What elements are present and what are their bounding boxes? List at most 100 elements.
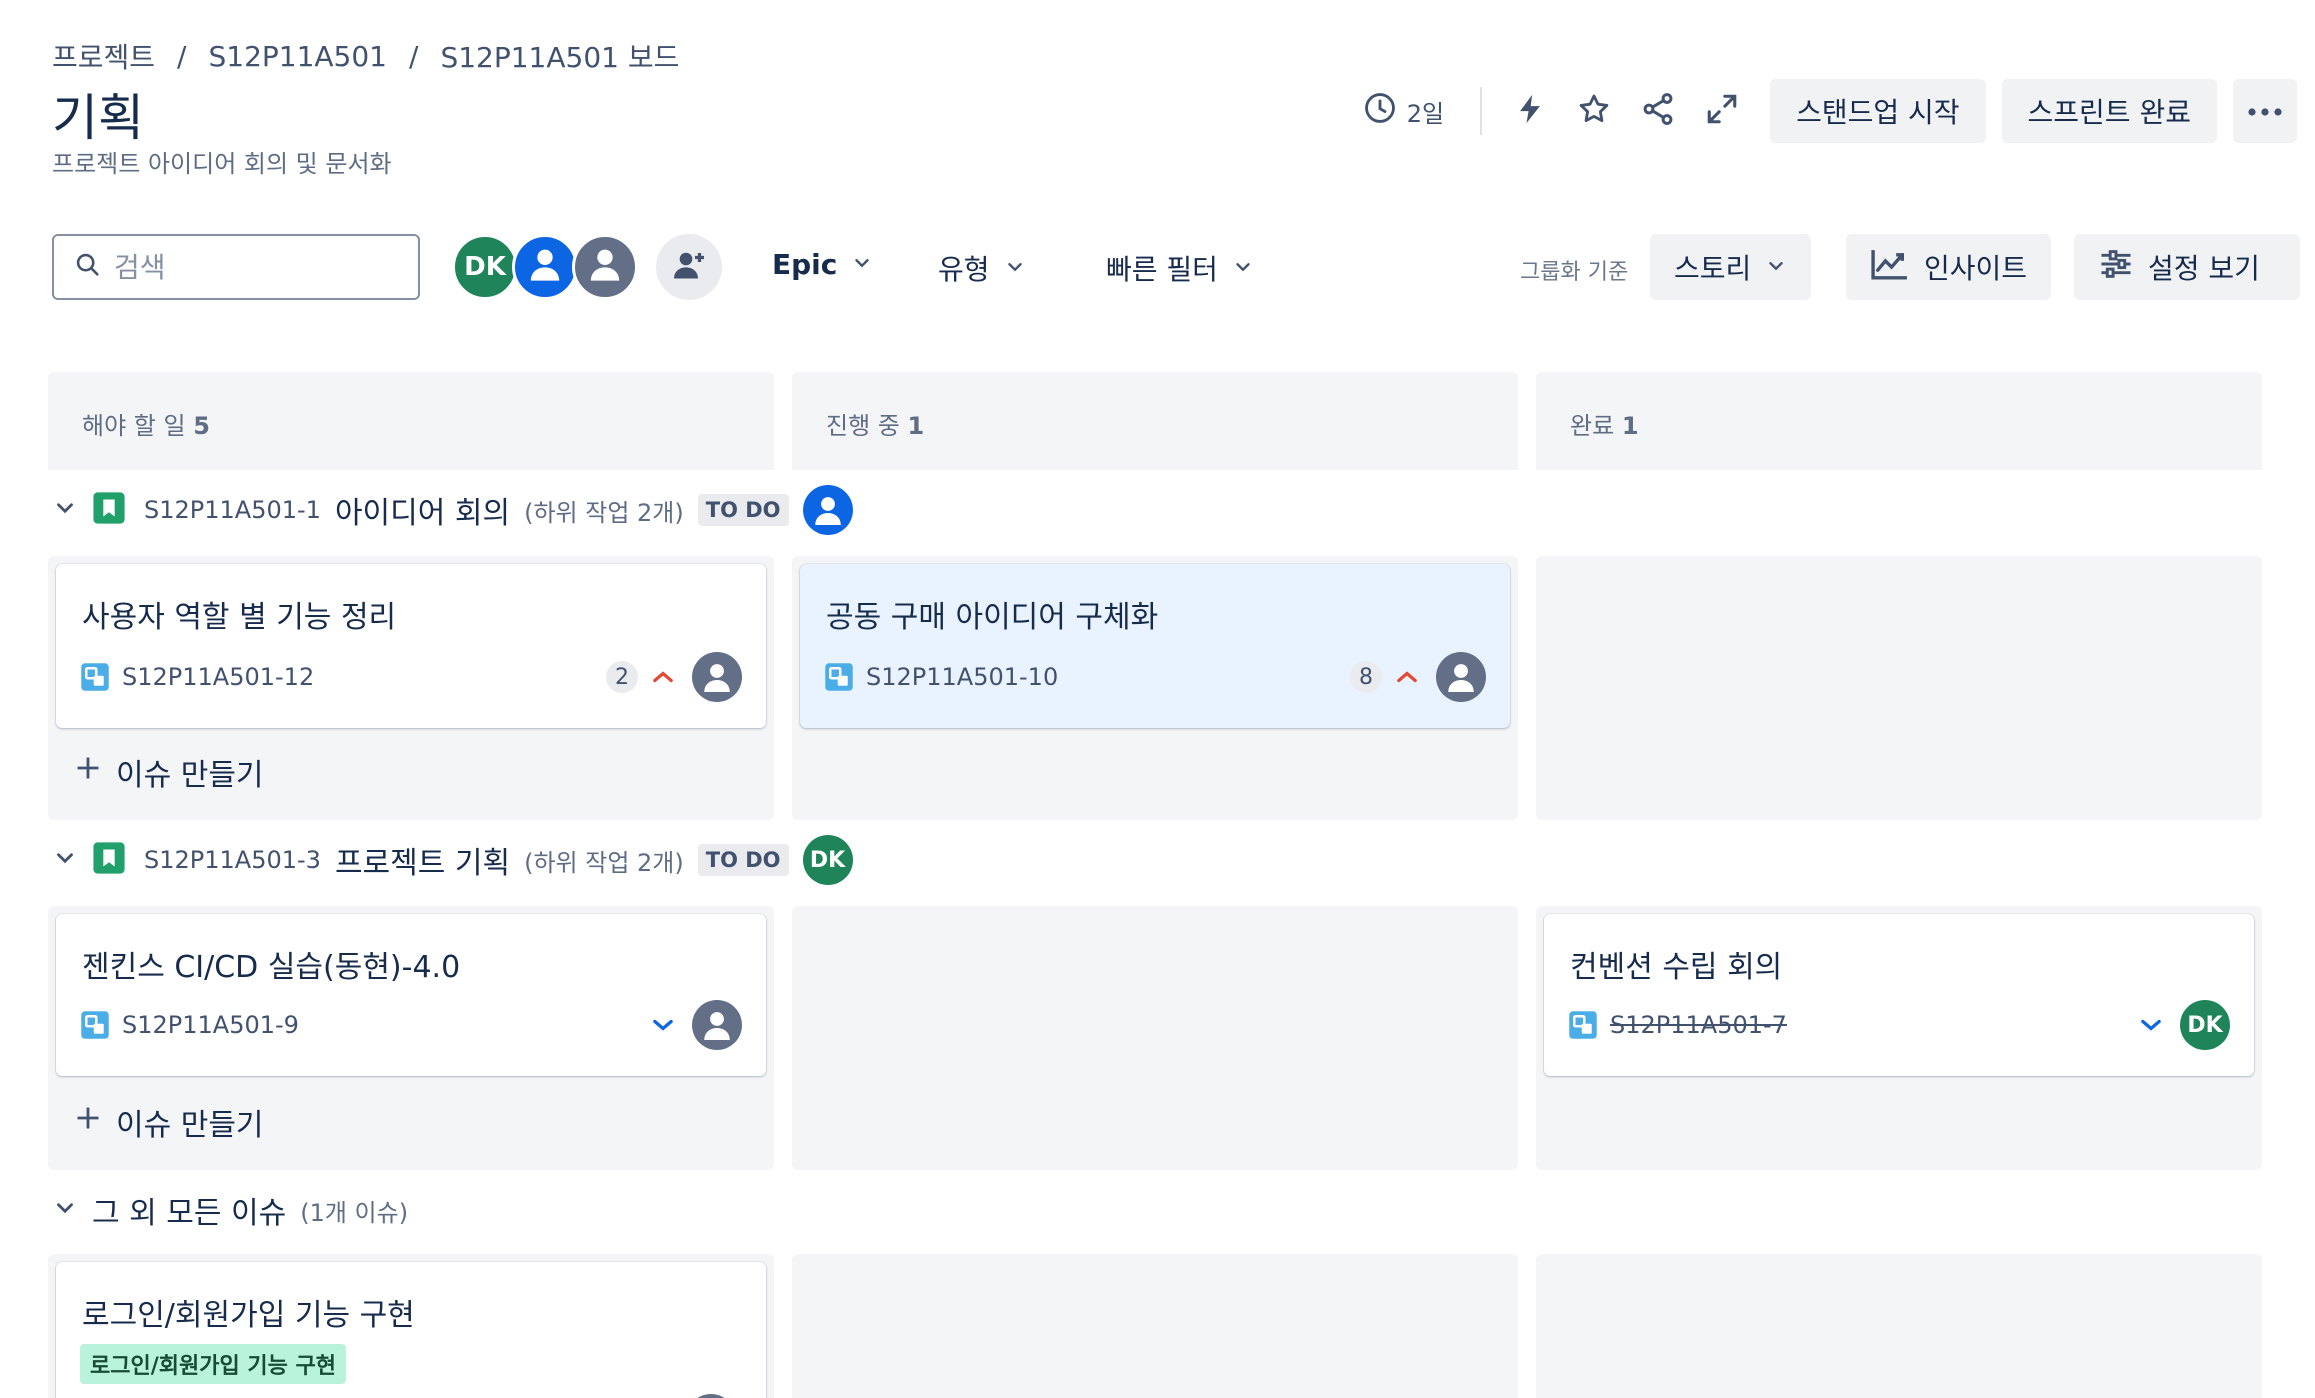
epic-label-tag: 로그인/회원가입 기능 구현 — [80, 1344, 346, 1384]
avatar[interactable] — [802, 485, 853, 535]
quick-filter-label: 빠른 필터 — [1106, 253, 1218, 286]
view-settings-button[interactable]: 설정 보기 — [2074, 234, 2300, 300]
story-key[interactable]: S12P11A501-3 — [144, 846, 321, 874]
avatar[interactable] — [686, 1394, 736, 1398]
card-title: 로그인/회원가입 기능 구현 — [82, 1298, 415, 1333]
column-count: 1 — [1621, 412, 1639, 440]
status-badge: TO DO — [697, 844, 789, 876]
avatar-dk[interactable]: DK — [2180, 1000, 2230, 1050]
search-icon — [74, 251, 102, 283]
story-key[interactable]: S12P11A501-1 — [144, 496, 321, 524]
issue-card[interactable]: 컨벤션 수립 회의 S12P11A501-7 DK — [1544, 914, 2254, 1076]
issue-card[interactable]: 공동 구매 아이디어 구체화 S12P11A501-10 8 — [800, 564, 1510, 728]
card-key[interactable]: S12P11A501-9 — [122, 1011, 648, 1039]
assignee-filter-avatars: DK — [452, 234, 638, 300]
search-input[interactable] — [114, 250, 394, 284]
card-key[interactable]: S12P11A501-10 — [866, 663, 1350, 691]
other-issues-title: 그 외 모든 이슈 — [92, 1196, 287, 1231]
swimlane-header-story-1[interactable]: S12P11A501-1 아이디어 회의 (하위 작업 2개) TO DO — [52, 482, 853, 538]
breadcrumb-separator: / — [177, 39, 187, 73]
subtask-icon — [80, 1010, 110, 1040]
type-filter-label: 유형 — [938, 253, 990, 286]
chevron-down-icon[interactable] — [52, 1195, 78, 1225]
priority-high-icon — [648, 662, 678, 692]
page-subtitle: 프로젝트 아이디어 회의 및 문서화 — [52, 150, 392, 178]
column-name: 진행 중 — [826, 412, 900, 440]
header-actions: 2일 스탠드업 시작 스프린트 완료 — [1343, 78, 2297, 144]
card-key[interactable]: S12P11A501-7 — [1610, 1011, 2136, 1039]
avatar[interactable] — [1436, 652, 1486, 702]
create-issue-button[interactable]: 이슈 만들기 — [74, 1100, 264, 1144]
issue-card[interactable]: 젠킨스 CI/CD 실습(동현)-4.0 S12P11A501-9 — [56, 914, 766, 1076]
type-filter[interactable]: 유형 — [938, 248, 1026, 288]
avatar[interactable] — [692, 1000, 742, 1050]
column-name: 해야 할 일 — [82, 412, 186, 440]
chevron-down-icon[interactable] — [52, 495, 78, 525]
priority-low-icon — [2136, 1010, 2166, 1040]
breadcrumb-project[interactable]: S12P11A501 — [208, 40, 387, 73]
start-standup-button[interactable]: 스탠드업 시작 — [1770, 79, 1986, 143]
story-subtask-count: (하위 작업 2개) — [524, 848, 684, 877]
swimlane-cell — [1536, 556, 2262, 820]
more-icon — [2247, 102, 2283, 121]
chart-line-icon — [1870, 247, 1910, 288]
chevron-down-icon — [1765, 251, 1787, 284]
story-subtask-count: (하위 작업 2개) — [524, 498, 684, 527]
add-people-button[interactable] — [656, 234, 722, 300]
other-issues-count: (1개 이슈) — [300, 1198, 409, 1227]
page-title: 기획 — [52, 89, 144, 147]
issue-card[interactable]: 사용자 역할 별 기능 정리 S12P11A501-12 2 — [56, 564, 766, 728]
group-by-value: 스토리 — [1674, 252, 1752, 285]
swimlane-cell — [792, 906, 1518, 1170]
star-button[interactable] — [1564, 81, 1624, 141]
avatar-user-grey[interactable] — [572, 234, 638, 300]
complete-sprint-button[interactable]: 스프린트 완료 — [2001, 79, 2217, 143]
epic-filter[interactable]: Epic — [772, 248, 873, 281]
breadcrumb-board[interactable]: S12P11A501 보드 — [440, 36, 679, 76]
chevron-down-icon — [1232, 252, 1254, 285]
star-icon — [1577, 92, 1611, 130]
card-title: 공동 구매 아이디어 구체화 — [826, 600, 1159, 635]
share-icon — [1640, 91, 1676, 131]
avatar-user-blue[interactable] — [512, 234, 578, 300]
avatar-dk[interactable]: DK — [452, 234, 518, 300]
column-header-in-progress: 진행 중 1 — [792, 372, 1518, 470]
column-count: 5 — [193, 412, 210, 440]
person-icon — [704, 1012, 730, 1040]
time-remaining-text: 2일 — [1406, 99, 1445, 128]
insights-label: 인사이트 — [1924, 252, 2028, 285]
avatar-dk[interactable]: DK — [802, 835, 853, 885]
insights-button[interactable]: 인사이트 — [1846, 234, 2052, 300]
column-count: 1 — [907, 412, 925, 440]
lightning-icon — [1513, 92, 1547, 130]
sprint-time-remaining[interactable]: 2일 — [1343, 91, 1464, 131]
breadcrumb-projects[interactable]: 프로젝트 — [52, 36, 155, 76]
group-by-select[interactable]: 스토리 — [1650, 234, 1812, 300]
fullscreen-button[interactable] — [1692, 81, 1752, 141]
breadcrumb: 프로젝트 / S12P11A501 / S12P11A501 보드 — [52, 36, 679, 76]
share-button[interactable] — [1628, 81, 1688, 141]
story-title: 프로젝트 기획 — [334, 846, 511, 881]
swimlane-header-story-3[interactable]: S12P11A501-3 프로젝트 기획 (하위 작업 2개) TO DO DK — [52, 832, 853, 888]
plus-icon — [74, 1104, 102, 1140]
chevron-down-icon — [1004, 252, 1026, 285]
create-issue-label: 이슈 만들기 — [116, 758, 264, 793]
column-name: 완료 — [1570, 412, 1615, 440]
create-issue-button[interactable]: 이슈 만들기 — [74, 750, 264, 794]
chevron-down-icon[interactable] — [52, 845, 78, 875]
status-badge: TO DO — [697, 494, 789, 526]
sliders-icon — [2098, 248, 2134, 287]
search-field[interactable] — [52, 234, 420, 300]
avatar[interactable] — [692, 652, 742, 702]
quick-filter[interactable]: 빠른 필터 — [1106, 248, 1254, 288]
epic-filter-label: Epic — [772, 248, 838, 281]
swimlane-header-other-issues[interactable]: 그 외 모든 이슈 (1개 이슈) — [52, 1182, 408, 1238]
subtask-icon — [824, 662, 854, 692]
swimlane-cell — [792, 1254, 1518, 1398]
issue-card[interactable]: 로그인/회원가입 기능 구현 로그인/회원가입 기능 구현 — [56, 1262, 766, 1398]
person-icon — [1448, 664, 1474, 692]
more-actions-button[interactable] — [2233, 79, 2297, 143]
automation-button[interactable] — [1500, 81, 1560, 141]
add-person-icon — [671, 247, 707, 287]
card-key[interactable]: S12P11A501-12 — [122, 663, 606, 691]
